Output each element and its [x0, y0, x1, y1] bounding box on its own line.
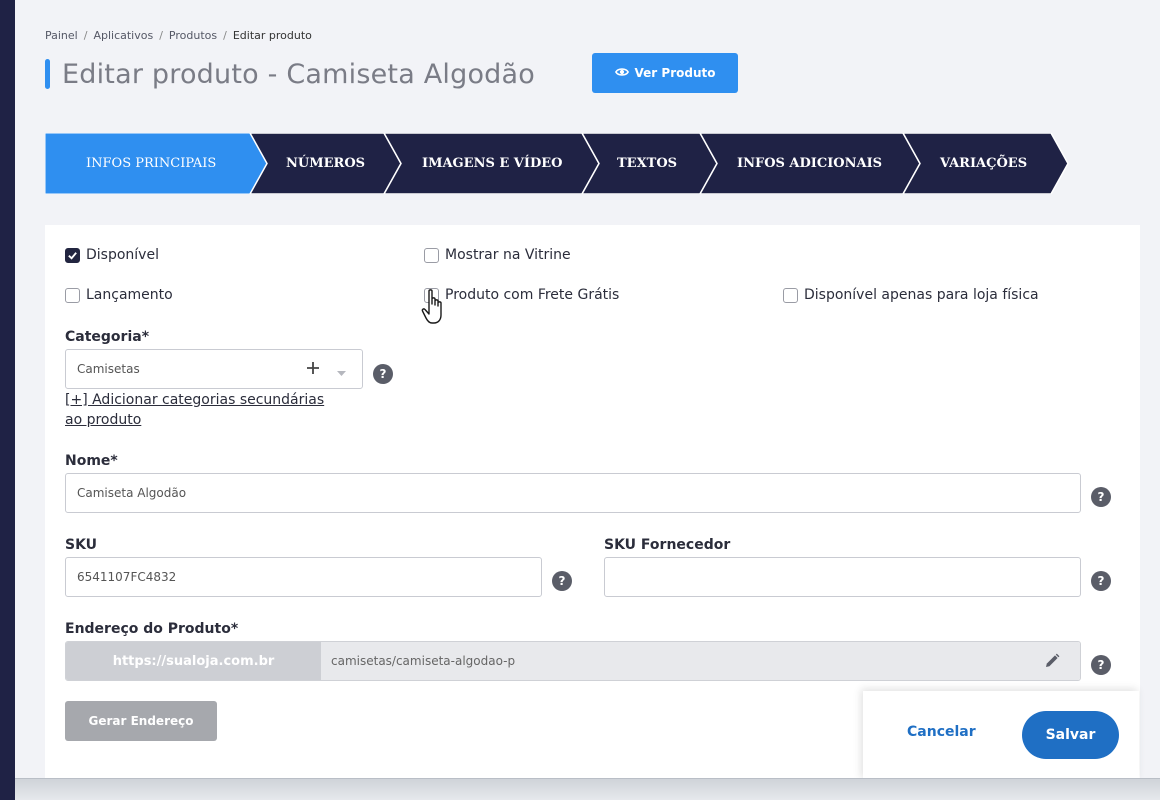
save-button[interactable]: Salvar	[1022, 711, 1119, 759]
endereco-label: Endereço do Produto*	[65, 621, 239, 637]
categoria-select[interactable]: Camisetas	[65, 349, 363, 389]
page-header: Editar produto - Camiseta Algodão	[45, 53, 535, 95]
breadcrumb-separator: /	[223, 29, 227, 42]
frete-gratis-label: Produto com Frete Grátis	[445, 287, 620, 303]
breadcrumb-separator: /	[159, 29, 163, 42]
help-icon[interactable]: ?	[1091, 487, 1111, 507]
lancamento-label: Lançamento	[86, 287, 173, 303]
plus-icon[interactable]	[305, 360, 321, 379]
tab-imagens-video[interactable]: IMAGENS E VÍDEO	[422, 133, 562, 194]
step-tabs: INFOS PRINCIPAIS NÚMEROS IMAGENS E VÍDEO…	[45, 133, 1075, 194]
help-icon[interactable]: ?	[373, 364, 393, 384]
gerar-endereco-button[interactable]: Gerar Endereço	[65, 701, 217, 741]
tab-infos-principais[interactable]: INFOS PRINCIPAIS	[86, 133, 216, 194]
nome-input[interactable]: Camiseta Algodão	[65, 473, 1081, 513]
pencil-icon[interactable]	[1044, 653, 1060, 672]
breadcrumb: Painel / Aplicativos / Produtos / Editar…	[45, 29, 312, 42]
checkbox-box-icon[interactable]	[65, 287, 80, 303]
nome-value: Camiseta Algodão	[77, 486, 187, 500]
bottom-taskbar-strip	[15, 778, 1160, 800]
left-sidebar-rail	[0, 0, 15, 800]
breadcrumb-painel[interactable]: Painel	[45, 29, 78, 42]
vitrine-checkbox[interactable]: Mostrar na Vitrine	[424, 247, 571, 263]
page-title: Editar produto - Camiseta Algodão	[62, 58, 535, 90]
endereco-slug-input[interactable]: camisetas/camiseta-algodao-p	[321, 642, 1080, 680]
help-icon[interactable]: ?	[1091, 571, 1111, 591]
add-secondary-category-link-cont[interactable]: ao produto	[65, 410, 141, 430]
disponivel-label: Disponível	[86, 247, 159, 263]
lancamento-checkbox[interactable]: Lançamento	[65, 287, 173, 303]
sku-label: SKU	[65, 537, 98, 553]
endereco-field: https://sualoja.com.br camisetas/camiset…	[65, 641, 1081, 681]
breadcrumb-current: Editar produto	[232, 29, 312, 42]
breadcrumb-produtos[interactable]: Produtos	[169, 29, 217, 42]
sku-fornecedor-input[interactable]	[604, 557, 1081, 597]
frete-gratis-checkbox[interactable]: Produto com Frete Grátis	[424, 287, 619, 303]
categoria-value: Camisetas	[77, 362, 140, 376]
help-icon[interactable]: ?	[552, 571, 572, 591]
sku-input[interactable]: 6541107FC4832	[65, 557, 542, 597]
view-product-button[interactable]: Ver Produto	[592, 53, 738, 93]
tab-variacoes[interactable]: VARIAÇÕES	[940, 133, 1027, 194]
checkbox-checked-icon[interactable]	[65, 247, 80, 263]
add-secondary-category-link[interactable]: [+] Adicionar categorias secundárias	[65, 390, 324, 410]
categoria-label: Categoria*	[65, 329, 150, 345]
endereco-prefix: https://sualoja.com.br	[66, 642, 321, 680]
checkbox-box-icon[interactable]	[783, 287, 798, 303]
eye-icon	[614, 65, 629, 82]
sku-fornecedor-label: SKU Fornecedor	[604, 537, 731, 553]
loja-fisica-checkbox[interactable]: Disponível apenas para loja física	[783, 287, 1039, 303]
loja-fisica-label: Disponível apenas para loja física	[804, 287, 1039, 303]
vitrine-label: Mostrar na Vitrine	[445, 247, 571, 263]
chevron-down-icon[interactable]	[337, 366, 346, 380]
checkbox-box-icon[interactable]	[424, 247, 439, 263]
tab-textos[interactable]: TEXTOS	[617, 133, 677, 194]
view-product-label: Ver Produto	[634, 66, 716, 80]
disponivel-checkbox[interactable]: Disponível	[65, 247, 159, 263]
endereco-slug-value: camisetas/camiseta-algodao-p	[331, 654, 516, 668]
title-accent-bar	[45, 59, 50, 89]
breadcrumb-aplicativos[interactable]: Aplicativos	[93, 29, 153, 42]
tab-infos-adicionais[interactable]: INFOS ADICIONAIS	[737, 133, 882, 194]
tab-numeros[interactable]: NÚMEROS	[286, 133, 365, 194]
nome-label: Nome*	[65, 453, 118, 469]
help-icon[interactable]: ?	[1091, 655, 1111, 675]
hand-cursor-icon	[420, 288, 448, 330]
cancel-button[interactable]: Cancelar	[907, 724, 976, 740]
breadcrumb-separator: /	[83, 29, 88, 42]
sku-value: 6541107FC4832	[77, 570, 177, 584]
